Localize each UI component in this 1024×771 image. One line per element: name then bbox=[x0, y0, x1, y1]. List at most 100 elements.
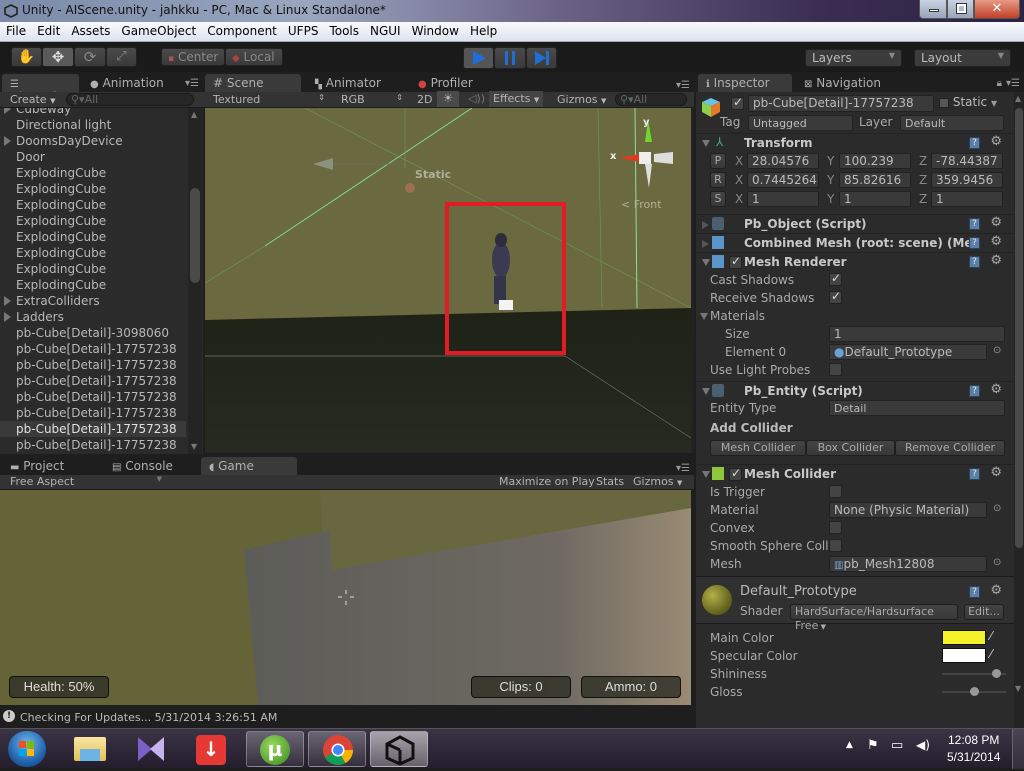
panel-menu-icon[interactable]: ▾☰ bbox=[676, 80, 690, 91]
scene-viewport[interactable]: Static y x < Front bbox=[205, 108, 691, 453]
gizmo-x-axis-icon[interactable] bbox=[619, 154, 640, 162]
shininess-slider-thumb[interactable] bbox=[992, 669, 1002, 678]
move-tool-button[interactable]: ✥ bbox=[42, 47, 74, 67]
scale-tool-button[interactable]: ⤢ bbox=[106, 47, 137, 67]
pause-button[interactable] bbox=[494, 47, 526, 69]
stats-toggle[interactable]: Stats bbox=[596, 475, 624, 488]
menu-assets[interactable]: Assets bbox=[65, 22, 115, 38]
eyedropper-icon[interactable]: ⁄ bbox=[990, 647, 992, 661]
hierarchy-item[interactable]: pb-Cube[Detail]-3098060 bbox=[16, 325, 169, 341]
help-icon[interactable]: ? bbox=[969, 137, 980, 149]
taskbar-visual-studio[interactable] bbox=[122, 731, 180, 767]
menu-gameobject[interactable]: GameObject bbox=[115, 22, 201, 38]
lock-icon[interactable]: 🔒︎ bbox=[997, 78, 1002, 89]
is-trigger-checkbox[interactable] bbox=[829, 485, 842, 498]
tab-hierarchy[interactable]: ☰ Hierarchy bbox=[2, 74, 79, 104]
layer-dropdown[interactable]: Default bbox=[900, 115, 1004, 131]
transform-reset-button[interactable]: S bbox=[710, 191, 726, 207]
tab-animation[interactable]: ● Animation bbox=[82, 74, 182, 92]
expand-arrow-icon[interactable] bbox=[4, 136, 11, 146]
specular-color-swatch[interactable] bbox=[942, 648, 986, 663]
fold-right-icon[interactable] bbox=[702, 221, 709, 229]
start-button[interactable] bbox=[8, 731, 46, 767]
object-picker-icon[interactable]: ⊙ bbox=[993, 345, 1001, 356]
light-probes-checkbox[interactable] bbox=[829, 363, 842, 376]
lighting-toggle-icon[interactable]: ☀ bbox=[437, 91, 459, 107]
close-button[interactable]: ✕ bbox=[974, 0, 1020, 19]
fold-down-icon[interactable] bbox=[702, 259, 710, 266]
scene-search[interactable]: ⚲▾All bbox=[615, 93, 687, 106]
menu-ngui[interactable]: NGUI bbox=[364, 22, 406, 38]
edit-shader-button[interactable]: Edit... bbox=[964, 604, 1004, 620]
main-color-swatch[interactable] bbox=[942, 630, 986, 645]
scroll-down-icon[interactable]: ▼ bbox=[1015, 684, 1021, 693]
clock-time[interactable]: 12:08 PM bbox=[948, 733, 999, 747]
tab-project[interactable]: ▬ Project bbox=[2, 457, 98, 475]
menu-window[interactable]: Window bbox=[406, 22, 464, 38]
pivot-local-button[interactable]: ◆ Local bbox=[225, 48, 283, 66]
mesh-collider-button[interactable]: Mesh Collider bbox=[710, 440, 806, 456]
pb-object-header[interactable]: Pb_Object (Script) ? ⚙ bbox=[696, 214, 1014, 233]
menu-edit[interactable]: Edit bbox=[31, 22, 65, 38]
hierarchy-item[interactable]: ExplodingCube bbox=[16, 181, 106, 197]
object-picker-icon[interactable]: ⊙ bbox=[993, 557, 1001, 568]
taskbar-unity[interactable] bbox=[370, 731, 428, 767]
help-icon[interactable]: ? bbox=[969, 218, 980, 230]
object-picker-icon[interactable]: ⊙ bbox=[993, 503, 1001, 514]
rotate-tool-button[interactable]: ⟳ bbox=[74, 47, 106, 67]
hierarchy-item[interactable]: pb-Cube[Detail]-17757238 bbox=[0, 421, 186, 437]
aspect-dropdown[interactable]: Free Aspect ▼ bbox=[10, 475, 162, 488]
entity-type-dropdown[interactable]: Detail bbox=[829, 400, 1005, 416]
menu-component[interactable]: Component bbox=[201, 22, 282, 38]
status-bar[interactable]: ! Checking For Updates... 5/31/2014 3:26… bbox=[0, 708, 694, 728]
tab-profiler[interactable]: ● Profiler bbox=[410, 74, 506, 92]
pb-entity-header[interactable]: Pb_Entity (Script) ? ⚙ bbox=[696, 381, 1014, 400]
shader-dropdown[interactable]: HardSurface/Hardsurface Free ▼ bbox=[790, 604, 958, 632]
panel-menu-icon[interactable]: ▾☰ bbox=[185, 78, 199, 89]
gear-icon[interactable]: ⚙ bbox=[990, 234, 1002, 249]
minimize-button[interactable] bbox=[919, 0, 947, 19]
taskbar-explorer[interactable] bbox=[62, 731, 120, 767]
transform-z-field[interactable]: 359.9456 bbox=[931, 172, 1003, 188]
hierarchy-item[interactable]: pb-Cube[Detail]-17757238 bbox=[16, 357, 177, 373]
gear-icon[interactable]: ⚙ bbox=[990, 382, 1002, 397]
menu-ufps[interactable]: UFPS bbox=[282, 22, 324, 38]
hierarchy-item[interactable]: ExplodingCube bbox=[16, 197, 106, 213]
tag-dropdown[interactable]: Untagged bbox=[748, 115, 853, 131]
scroll-up-icon[interactable]: ▲ bbox=[1015, 94, 1021, 103]
view-label[interactable]: < Front bbox=[621, 198, 662, 211]
toggle-2d-button[interactable]: 2D bbox=[417, 93, 432, 106]
tab-scene[interactable]: # Scene bbox=[205, 74, 301, 92]
hand-tool-button[interactable]: ✋ bbox=[11, 47, 42, 67]
help-icon[interactable]: ? bbox=[969, 586, 980, 598]
gear-icon[interactable]: ⚙ bbox=[990, 215, 1002, 230]
clock-date[interactable]: 5/31/2014 bbox=[947, 750, 1000, 764]
cast-shadows-checkbox[interactable] bbox=[829, 271, 842, 286]
tab-animator[interactable]: ▚ Animator bbox=[307, 74, 403, 92]
hierarchy-item[interactable]: ExplodingCube bbox=[16, 165, 106, 181]
transform-x-field[interactable]: 28.04576 bbox=[747, 153, 819, 169]
fold-down-icon[interactable] bbox=[702, 471, 710, 478]
help-icon[interactable]: ? bbox=[969, 237, 980, 249]
menu-file[interactable]: File bbox=[0, 22, 31, 38]
inspector-scrollbar[interactable]: ▲ ▼ bbox=[1014, 92, 1024, 728]
tab-navigation[interactable]: ⊠ Navigation bbox=[796, 74, 896, 92]
smooth-sphere-checkbox[interactable] bbox=[829, 539, 842, 552]
mesh-renderer-enabled-checkbox[interactable] bbox=[729, 254, 742, 269]
size-field[interactable]: 1 bbox=[829, 326, 1005, 342]
object-name-field[interactable]: pb-Cube[Detail]-17757238 bbox=[748, 95, 934, 112]
transform-y-field[interactable]: 1 bbox=[839, 191, 911, 207]
help-icon[interactable]: ? bbox=[969, 468, 980, 480]
show-desktop-button[interactable] bbox=[1012, 729, 1024, 769]
taskbar-chrome[interactable] bbox=[308, 731, 366, 767]
step-button[interactable] bbox=[526, 47, 557, 69]
tab-game[interactable]: ◖ Game bbox=[201, 457, 297, 475]
gizmo-negx-axis-icon[interactable] bbox=[654, 152, 673, 164]
show-hidden-icons[interactable]: ▲ bbox=[846, 740, 853, 750]
panel-menu-icon[interactable]: ▾☰ bbox=[1006, 78, 1020, 89]
convex-checkbox[interactable] bbox=[829, 521, 842, 534]
hierarchy-item[interactable]: ExplodingCube bbox=[16, 213, 106, 229]
hierarchy-scrollbar[interactable]: ▲ ▼ bbox=[188, 108, 202, 454]
transform-y-field[interactable]: 100.239 bbox=[839, 153, 911, 169]
gizmos-dropdown[interactable]: Gizmos ▼ bbox=[557, 93, 606, 106]
